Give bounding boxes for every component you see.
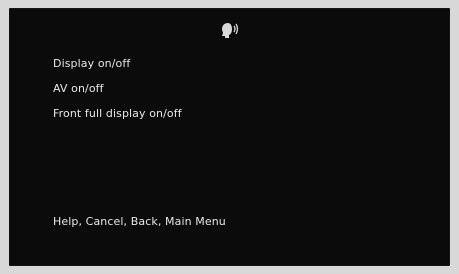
voice-recognition-icon (222, 23, 239, 38)
voice-command-screen: Display on/off AV on/off Front full disp… (9, 8, 450, 266)
menu-item-av-onoff[interactable]: AV on/off (53, 82, 104, 95)
menu-item-display-onoff[interactable]: Display on/off (53, 57, 130, 70)
footer-commands: Help, Cancel, Back, Main Menu (53, 215, 226, 228)
menu-item-front-full-display-onoff[interactable]: Front full display on/off (53, 107, 182, 120)
